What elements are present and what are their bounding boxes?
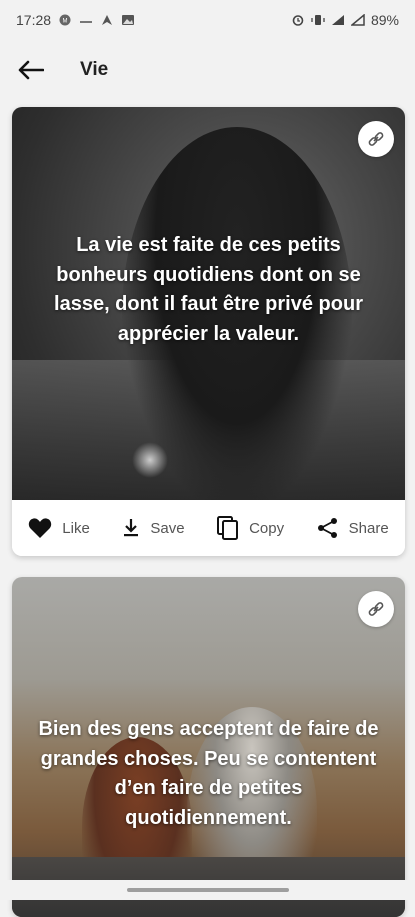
notification-icon: M bbox=[58, 14, 72, 26]
signal-icon bbox=[351, 14, 365, 26]
quote-background-image: La vie est faite de ces petits bonheurs … bbox=[12, 107, 405, 500]
link-icon bbox=[367, 600, 385, 618]
copy-button[interactable]: Copy bbox=[217, 516, 284, 540]
quote-background-image: Bien des gens acceptent de faire de gran… bbox=[12, 577, 405, 917]
back-button[interactable] bbox=[16, 55, 46, 85]
status-bar: 17:28 M 89% bbox=[0, 0, 415, 40]
alarm-icon bbox=[291, 14, 305, 26]
navigation-icon bbox=[100, 14, 114, 26]
card-actions: Like Save Copy Share bbox=[12, 500, 405, 556]
share-label: Share bbox=[349, 520, 389, 537]
like-label: Like bbox=[62, 520, 90, 537]
copy-label: Copy bbox=[249, 520, 284, 537]
share-button[interactable]: Share bbox=[317, 517, 389, 539]
quote-text: Bien des gens acceptent de faire de gran… bbox=[32, 715, 385, 833]
home-indicator[interactable] bbox=[127, 888, 289, 892]
signal-small-icon bbox=[79, 14, 93, 26]
page-title: Vie bbox=[80, 59, 108, 81]
signal-icon bbox=[331, 14, 345, 26]
battery-percentage: 89% bbox=[371, 12, 399, 28]
like-button[interactable]: Like bbox=[28, 517, 90, 539]
copy-icon bbox=[217, 516, 239, 540]
quote-text: La vie est faite de ces petits bonheurs … bbox=[32, 231, 385, 349]
svg-text:M: M bbox=[63, 19, 68, 25]
quote-card[interactable]: La vie est faite de ces petits bonheurs … bbox=[12, 107, 405, 556]
share-link-button[interactable] bbox=[358, 591, 394, 627]
link-icon bbox=[367, 130, 385, 148]
vibrate-icon bbox=[311, 14, 325, 26]
save-button[interactable]: Save bbox=[122, 518, 184, 538]
navigation-bar bbox=[0, 880, 415, 900]
download-icon bbox=[122, 518, 140, 538]
image-icon bbox=[121, 14, 135, 26]
share-link-button[interactable] bbox=[358, 121, 394, 157]
share-icon bbox=[317, 517, 339, 539]
arrow-back-icon bbox=[18, 60, 44, 80]
app-bar: Vie bbox=[0, 40, 415, 100]
quote-card[interactable]: Bien des gens acceptent de faire de gran… bbox=[12, 577, 405, 917]
save-label: Save bbox=[150, 520, 184, 537]
status-time: 17:28 bbox=[16, 12, 51, 28]
heart-icon bbox=[28, 517, 52, 539]
